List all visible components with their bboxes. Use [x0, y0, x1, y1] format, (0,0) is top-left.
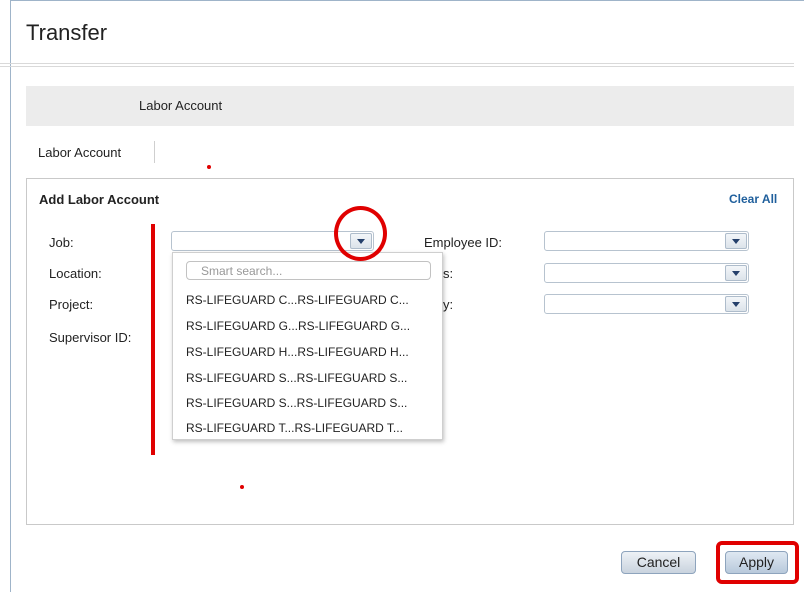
employee-id-label: Employee ID: — [424, 235, 503, 250]
job-label: Job: — [49, 235, 74, 250]
location-label: Location: — [49, 266, 102, 281]
smart-search-input[interactable]: Smart search... — [186, 261, 431, 280]
cancel-button[interactable]: Cancel — [621, 551, 696, 574]
dropdown-option[interactable]: RS-LIFEGUARD G...RS-LIFEGUARD G... — [186, 319, 410, 333]
dropdown-option[interactable]: RS-LIFEGUARD S...RS-LIFEGUARD S... — [186, 371, 407, 385]
title-divider — [0, 63, 794, 67]
dropdown-option[interactable]: RS-LIFEGUARD C...RS-LIFEGUARD C... — [186, 293, 409, 307]
dropdown-option[interactable]: RS-LIFEGUARD T...RS-LIFEGUARD T... — [186, 421, 403, 435]
dropdown-option[interactable]: RS-LIFEGUARD S...RS-LIFEGUARD S... — [186, 396, 407, 410]
right-field-2-select[interactable] — [544, 263, 749, 283]
project-label: Project: — [49, 297, 94, 312]
job-dropdown-list: Smart search... RS-LIFEGUARD C...RS-LIFE… — [172, 252, 443, 440]
annotation-circle — [334, 206, 387, 261]
panel-title: Add Labor Account — [39, 192, 160, 207]
clear-all-link[interactable]: Clear All — [729, 192, 777, 206]
right-field-3-select[interactable] — [544, 294, 749, 314]
chevron-down-icon[interactable] — [725, 296, 747, 312]
dropdown-option[interactable]: RS-LIFEGUARD H...RS-LIFEGUARD H... — [186, 345, 409, 359]
right-field-2-label: s: — [443, 266, 454, 281]
employee-id-select[interactable] — [544, 231, 749, 251]
tab-labor-account[interactable]: Labor Account — [38, 145, 121, 160]
chevron-down-icon[interactable] — [725, 265, 747, 281]
supervisor-id-label: Supervisor ID: — [49, 330, 132, 345]
chevron-down-icon[interactable] — [725, 233, 747, 249]
tab-separator — [154, 141, 155, 163]
annotation-box — [716, 541, 799, 584]
annotation-line — [151, 224, 155, 455]
right-field-3-label: y: — [443, 297, 454, 312]
dialog-title: Transfer — [26, 20, 108, 45]
labor-account-header-label: Labor Account — [139, 98, 223, 113]
annotation-dot — [207, 165, 211, 169]
annotation-dot — [240, 485, 244, 489]
